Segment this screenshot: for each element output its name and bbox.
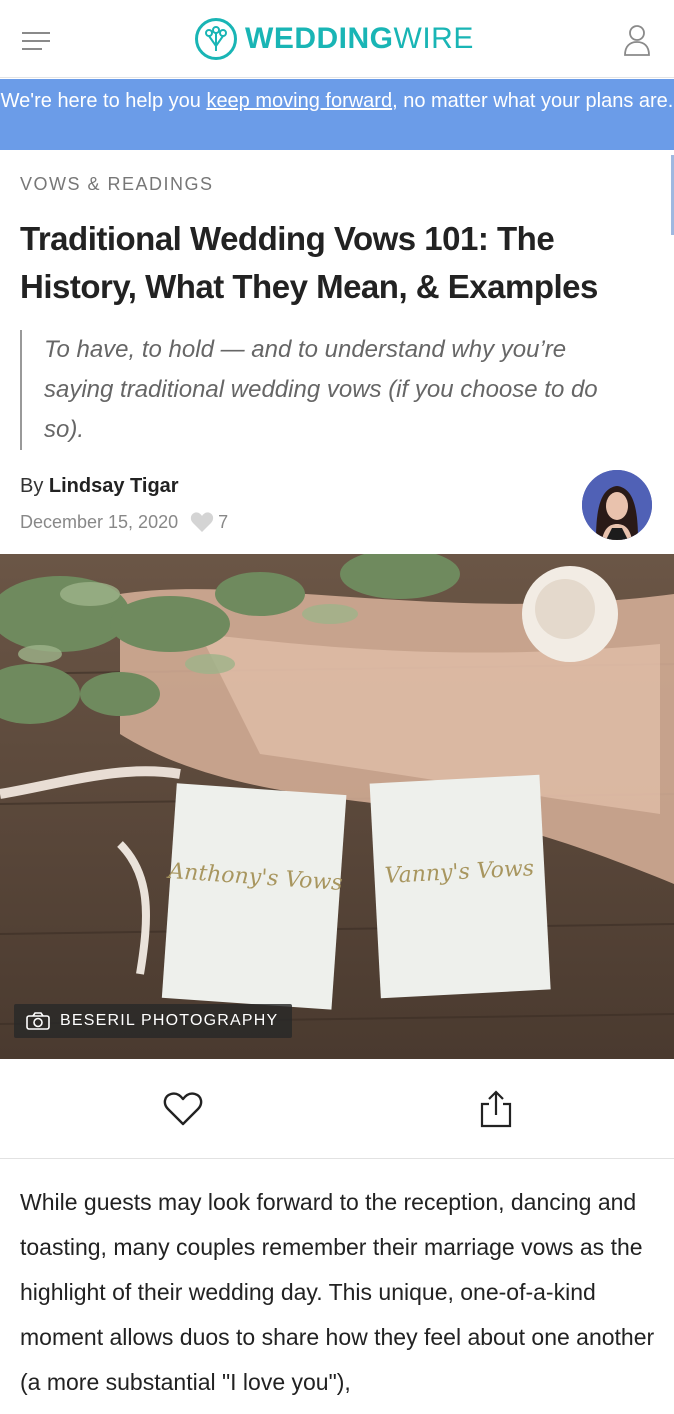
article-meta: December 15, 2020 7 [20,511,228,533]
site-header: WEDDINGWIRE [0,0,674,78]
author-byline: By Lindsay Tigar [20,475,179,498]
logo-bouquet-icon [195,18,237,60]
hero-photo[interactable]: Anthony's Vows Vanny's Vows [0,554,674,1059]
author-name-link[interactable]: Lindsay Tigar [49,475,179,497]
like-count: 7 [218,511,229,532]
author-prefix: By [20,475,49,497]
share-icon[interactable] [478,1089,514,1129]
heart-icon [190,512,214,532]
weddingwire-logo[interactable]: WEDDINGWIRE [195,17,474,61]
photo-credit-text: BESERIL PHOTOGRAPHY [60,1012,279,1029]
author-avatar[interactable] [582,470,652,540]
article-category[interactable]: VOWS & READINGS [20,174,214,195]
article-actions [0,1059,674,1159]
article-title: Traditional Wedding Vows 101: The Histor… [20,220,598,305]
logo-wordmark: WEDDINGWIRE [245,22,474,55]
banner-text-start: We're here to help you [0,90,207,112]
heart-icon[interactable] [163,1091,203,1127]
banner-text-end: , no matter what your plans are. [392,90,674,112]
hamburger-menu-icon[interactable] [22,30,50,52]
article-subtitle: To have, to hold — and to understand why… [20,330,640,450]
covid-banner: We're here to help you keep moving forwa… [0,79,674,150]
publish-date: December 15, 2020 [20,511,179,532]
camera-icon [26,1012,50,1030]
user-profile-icon[interactable] [622,24,652,56]
banner-link[interactable]: keep moving forward [206,90,392,112]
photo-credit: BESERIL PHOTOGRAPHY [14,1004,293,1038]
article-body: While guests may look forward to the rec… [20,1189,655,1395]
